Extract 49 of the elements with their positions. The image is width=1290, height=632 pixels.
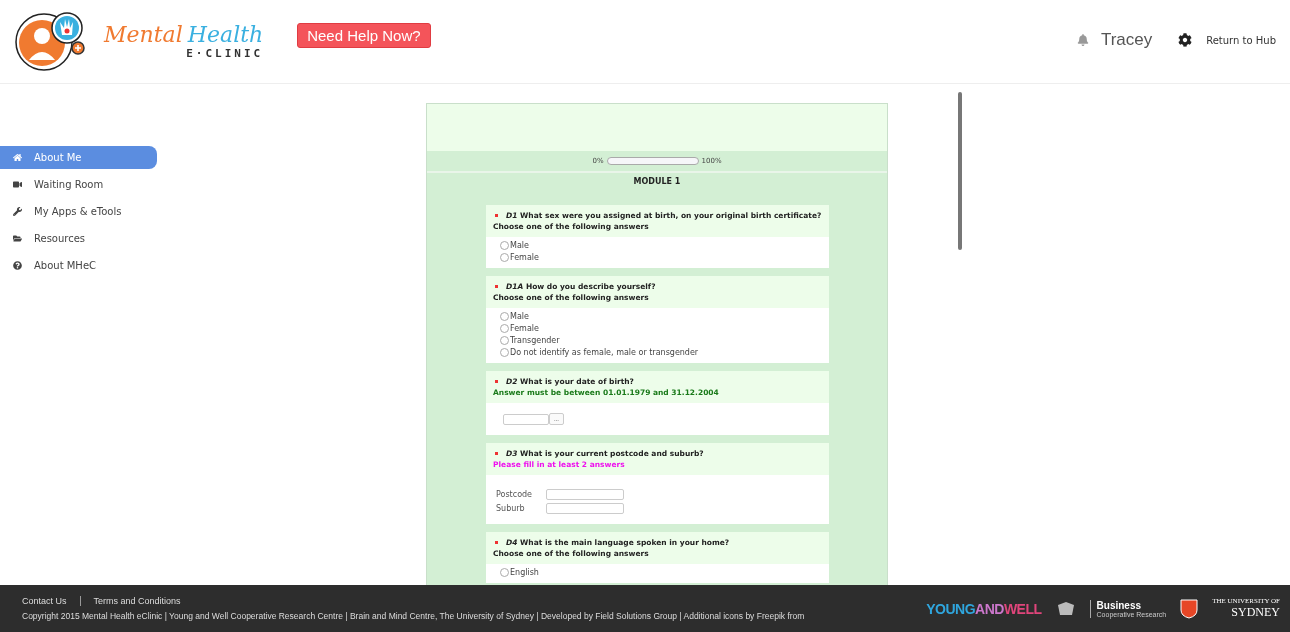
partner-logo: YOUNGANDWELL [926,600,1042,617]
radio-button[interactable] [500,568,509,577]
radio-option[interactable]: Transgender [500,336,815,345]
radio-option[interactable]: English [500,568,815,577]
crest-icon [1055,600,1076,617]
required-mark [495,540,498,544]
radio-button[interactable] [500,336,509,345]
radio-button[interactable] [500,241,509,250]
home-icon [13,153,22,162]
sidebar-item[interactable]: About MHeC [0,254,157,277]
return-link[interactable]: Return to Hub [1206,34,1276,46]
question-icon [13,261,22,270]
copyright-text: Copyright 2015 Mental Health eClinic | Young and Well Cooperative Research Centre | Brain and Mind Centre, The University of Sydney | Developed by Field Solutions Group | Additional icons by Freepik from [22,611,805,621]
radio-option[interactable]: Female [500,324,815,333]
radio-option[interactable]: Do not identify as female, male or transgender [500,348,815,357]
date-field[interactable] [503,413,549,425]
required-mark [495,451,498,455]
radio-option[interactable]: Male [500,312,815,321]
required-mark [495,379,498,383]
user-name[interactable]: Tracey [1100,30,1153,50]
field-label: Postcode [496,490,534,499]
radio-button[interactable] [500,253,509,262]
wrench-icon [13,207,22,216]
required-mark [495,213,498,217]
footer-link[interactable]: Contact Us [22,596,80,606]
sidebar-item[interactable]: Resources [0,227,157,250]
folder-icon [13,234,22,243]
radio-button[interactable] [500,348,509,357]
university-name: SYDNEY [1231,605,1280,620]
bell-icon[interactable] [1076,34,1089,46]
radio-option[interactable]: Female [500,253,815,262]
logo-subtitle: E·CLINIC [186,47,264,60]
text-field[interactable] [546,503,624,514]
module-title: MODULE 1 [632,177,682,186]
field-label: Suburb [496,504,526,513]
partner-title: Business [1096,599,1142,611]
video-camera-icon [13,180,22,189]
text-field[interactable] [546,489,624,500]
radio-button[interactable] [500,324,509,333]
shield-icon [1180,598,1199,619]
radio-button[interactable] [500,312,509,321]
logo-title: Mental Health [104,22,264,47]
sidebar-item[interactable]: Waiting Room [0,173,157,196]
required-mark [495,284,498,288]
radio-option[interactable]: Male [500,241,815,250]
footer-link[interactable]: Terms and Conditions [79,596,194,606]
sidebar-item[interactable]: My Apps & eTools [0,200,157,223]
settings-icon[interactable] [1178,33,1193,47]
scrollbar[interactable] [958,92,962,250]
